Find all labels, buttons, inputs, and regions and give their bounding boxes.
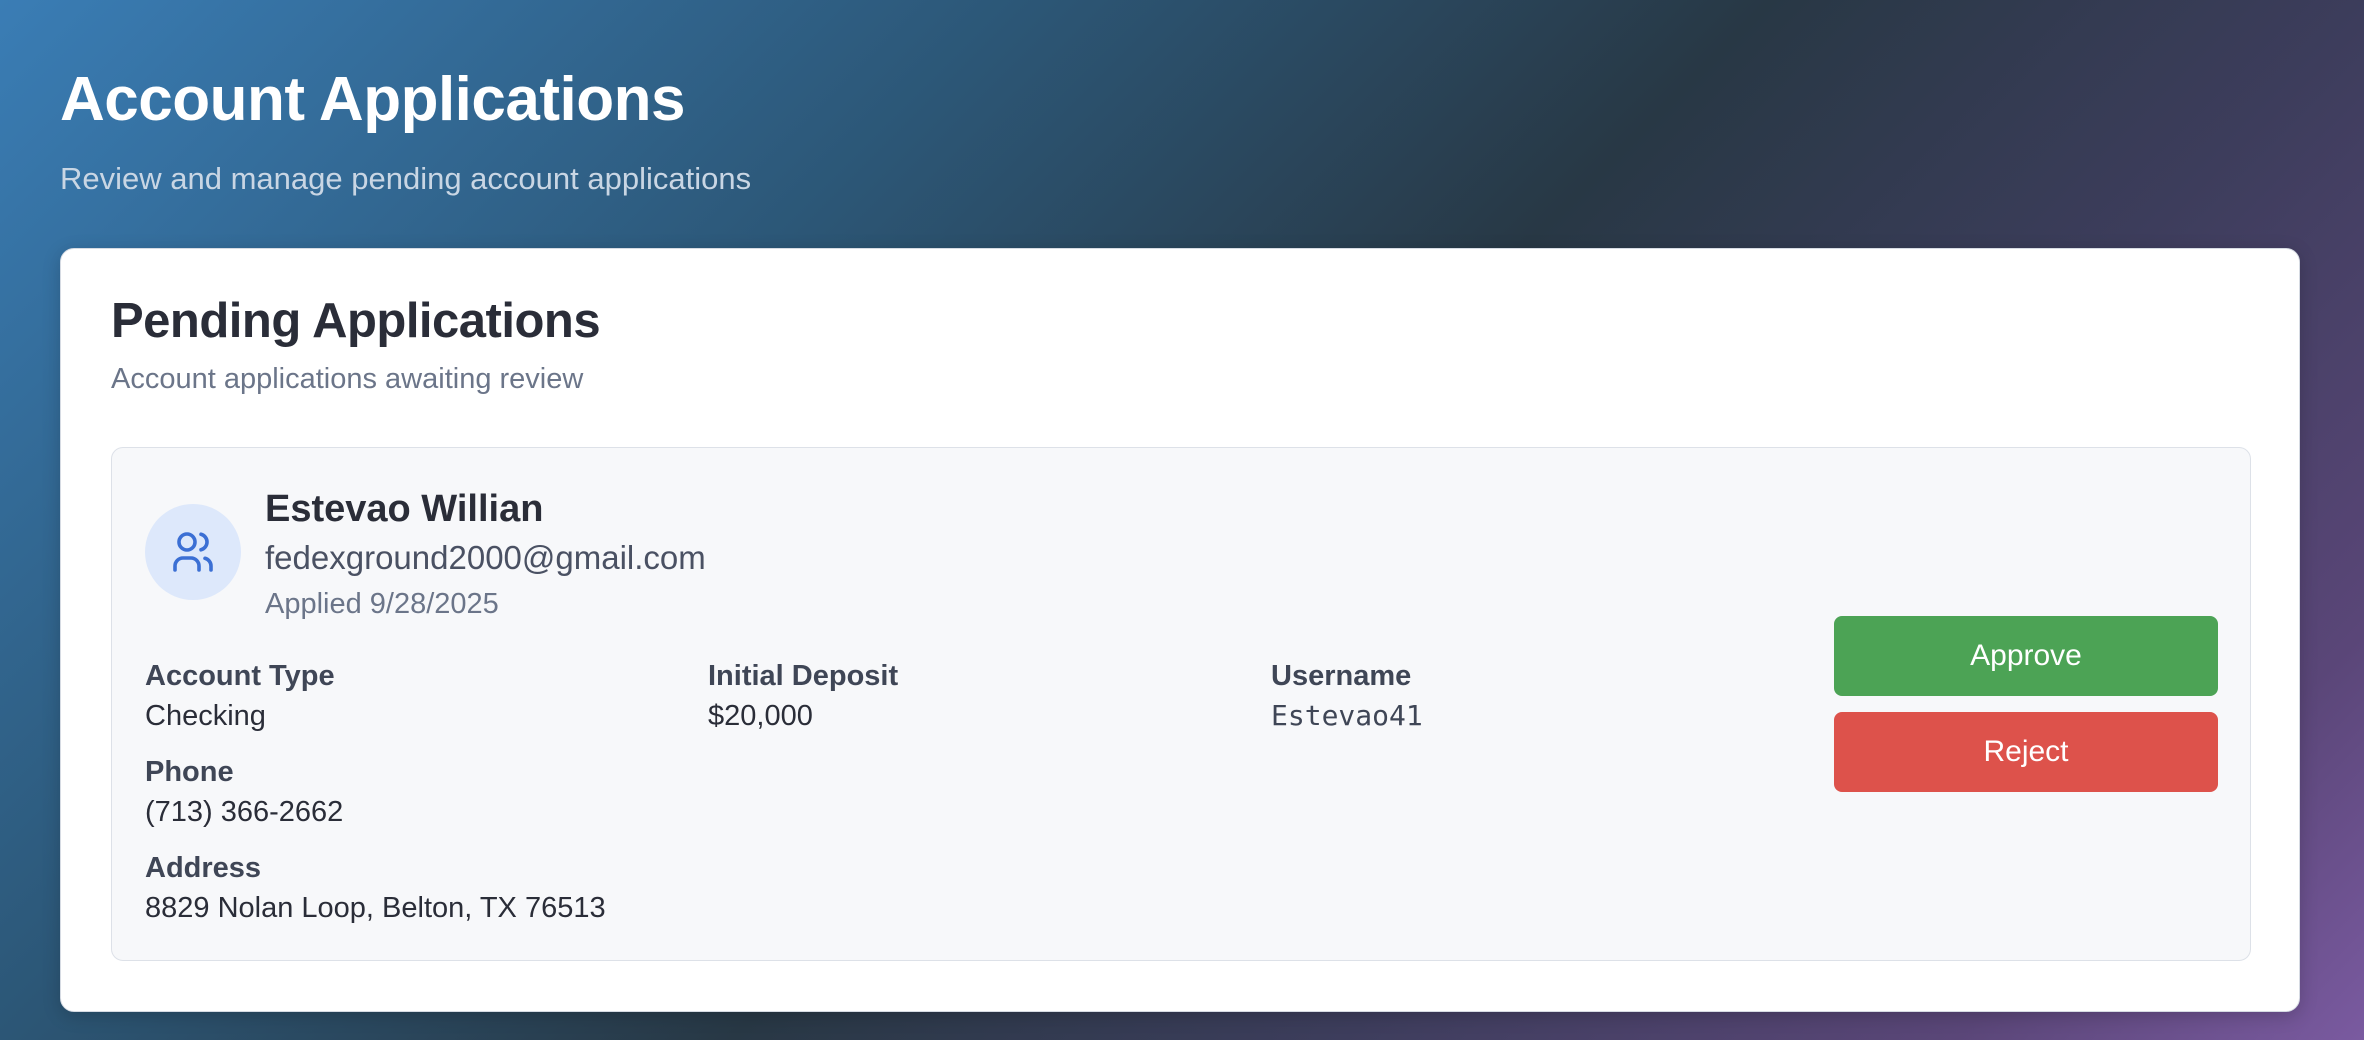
application-card: Estevao Willian fedexground2000@gmail.co… [111, 447, 2251, 961]
page-header: Account Applications Review and manage p… [60, 62, 751, 198]
field-value: 8829 Nolan Loop, Belton, TX 76513 [145, 892, 606, 924]
page-subtitle: Review and manage pending account applic… [60, 161, 752, 196]
panel-title: Pending Applications [111, 294, 601, 348]
reject-button[interactable]: Reject [1834, 712, 2218, 792]
field-value: $20,000 [708, 700, 813, 732]
avatar [145, 504, 241, 600]
field-account-type: Account Type Checking [145, 658, 335, 734]
field-label: Username [1271, 660, 1412, 692]
field-label: Address [145, 852, 262, 884]
pending-applications-panel: Pending Applications Account application… [60, 248, 2300, 1012]
field-address: Address 8829 Nolan Loop, Belton, TX 7651… [145, 850, 606, 926]
page-title: Account Applications [60, 65, 685, 134]
field-label: Initial Deposit [708, 660, 899, 692]
field-label: Account Type [145, 660, 335, 692]
applicant-email: fedexground2000@gmail.com [265, 539, 706, 576]
field-value: Checking [145, 700, 266, 732]
field-value: Estevao41 [1271, 699, 1423, 732]
applicant-name: Estevao Willian [265, 488, 544, 530]
users-icon [173, 532, 213, 572]
approve-button[interactable]: Approve [1834, 616, 2218, 696]
field-initial-deposit: Initial Deposit $20,000 [708, 658, 898, 734]
field-phone: Phone (713) 366-2662 [145, 754, 343, 830]
applied-date: Applied 9/28/2025 [265, 588, 499, 620]
field-label: Phone [145, 756, 234, 788]
field-username: Username Estevao41 [1271, 658, 1423, 734]
panel-subtitle: Account applications awaiting review [111, 363, 584, 395]
field-value: (713) 366-2662 [145, 796, 344, 828]
